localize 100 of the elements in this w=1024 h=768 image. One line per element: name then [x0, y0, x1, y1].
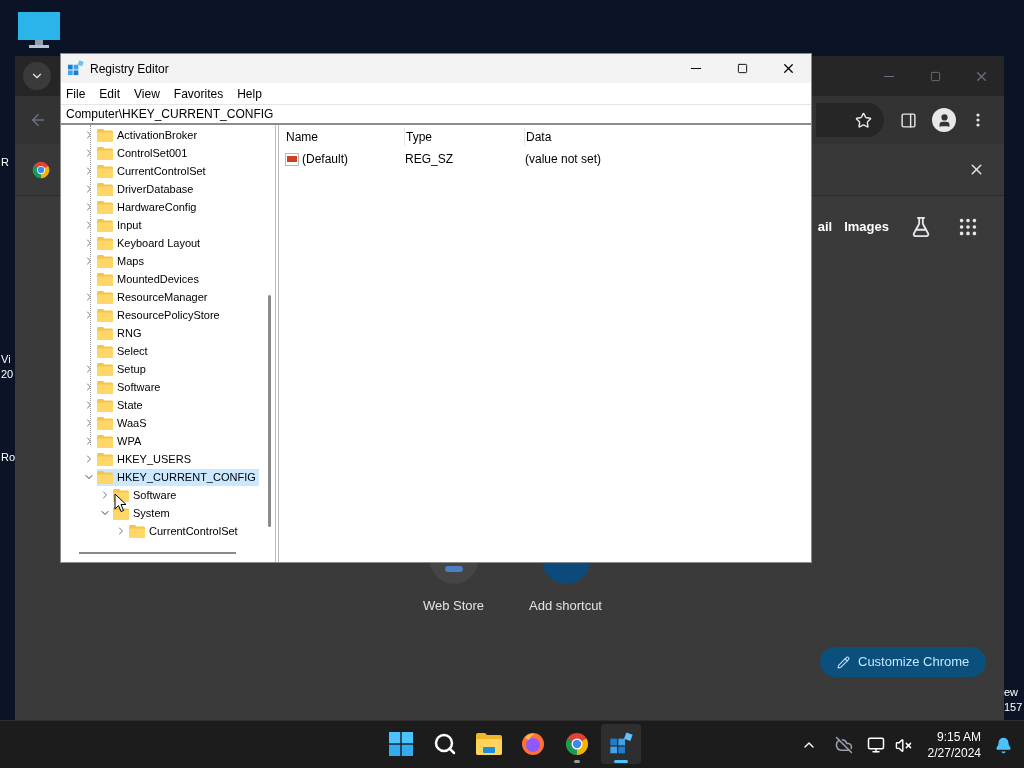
tree-item[interactable]: Maps — [97, 252, 147, 270]
column-header[interactable]: Type — [405, 128, 525, 146]
folder-icon — [97, 182, 113, 196]
profile-button[interactable] — [932, 108, 956, 132]
tree-item[interactable]: CurrentControlSet — [129, 522, 241, 540]
tree-item-label: HardwareConfig — [117, 199, 197, 215]
tree-item-label: HKEY_USERS — [117, 451, 191, 467]
desktop-icon-label: ew — [1004, 685, 1020, 700]
tree-item[interactable]: State — [97, 396, 146, 414]
tree-item-label: Select — [117, 343, 148, 359]
desktop-icon-label: Vi — [1, 352, 12, 367]
mouse-cursor-icon — [114, 493, 127, 513]
folder-icon — [97, 200, 113, 214]
header-link[interactable]: ail — [817, 217, 833, 237]
column-header[interactable]: Data — [525, 128, 725, 146]
firefox-icon — [521, 732, 545, 756]
apps-grid-icon — [957, 216, 979, 238]
desktop-icon-label: Ro — [1, 450, 16, 465]
folder-icon — [97, 326, 113, 340]
bookmark-star-icon[interactable] — [855, 111, 872, 129]
folder-icon — [97, 254, 113, 268]
shortcut-label[interactable]: Add shortcut — [529, 596, 602, 616]
registry-icon — [609, 732, 633, 756]
folder-icon — [97, 236, 113, 250]
taskbar-app[interactable] — [601, 724, 641, 764]
tree-item-label: HKEY_CURRENT_CONFIG — [117, 469, 256, 485]
network-icon[interactable] — [866, 736, 885, 754]
address-bar[interactable] — [816, 103, 884, 137]
tree-item[interactable]: WaaS — [97, 414, 150, 432]
person-icon — [936, 112, 952, 128]
tree-item-label: DriverDatabase — [117, 181, 194, 197]
tree-item-label: Maps — [117, 253, 144, 269]
tree-item-label: State — [117, 397, 143, 413]
folder-icon — [97, 380, 113, 394]
tree-item-label: WPA — [117, 433, 142, 449]
column-header[interactable]: Name — [285, 128, 405, 146]
monitor-icon[interactable] — [17, 11, 61, 49]
tree-item[interactable]: RNG — [97, 324, 145, 342]
tree-item-label: Setup — [117, 361, 146, 377]
tree-item[interactable]: Input — [97, 216, 145, 234]
volume-muted-icon[interactable] — [894, 736, 912, 754]
tree-item-label: Keyboard Layout — [117, 235, 201, 251]
tree-item[interactable]: Keyboard Layout — [97, 234, 204, 252]
folder-icon — [476, 733, 502, 755]
tree-item-label: CurrentControlSet — [117, 163, 206, 179]
tree-item[interactable]: ControlSet001 — [97, 144, 191, 162]
tree-item[interactable]: DriverDatabase — [97, 180, 197, 198]
tree-item-label: RNG — [117, 325, 142, 341]
maximize-icon — [929, 70, 941, 82]
clock[interactable]: 9:15 AM 2/27/2024 — [927, 729, 981, 761]
tree-item[interactable]: ResourceManager — [97, 288, 211, 306]
value-data: (value not set) — [525, 151, 602, 168]
tree-item[interactable]: ActivationBroker — [97, 126, 201, 144]
tree-item-label: WaaS — [117, 415, 147, 431]
string-value-icon — [285, 152, 299, 166]
menu-icon — [976, 113, 980, 127]
tree-item[interactable]: HKEY_CURRENT_CONFIG — [97, 468, 259, 486]
folder-icon — [97, 398, 113, 412]
tree-item[interactable]: Software — [97, 378, 164, 396]
minimize-icon — [691, 68, 701, 69]
horizontal-scrollbar[interactable] — [79, 552, 236, 554]
chrome-icon — [32, 160, 50, 179]
folder-icon — [97, 290, 113, 304]
menu-item[interactable]: File — [66, 84, 86, 103]
windows-logo-icon — [389, 732, 413, 756]
customize-button[interactable]: Customize Chrome — [820, 647, 987, 677]
tree-item-label: ActivationBroker — [117, 127, 198, 143]
tree-item-label: MountedDevices — [117, 271, 199, 287]
tree-item-label: ResourcePolicyStore — [117, 307, 220, 323]
header-link[interactable]: Images — [844, 217, 889, 237]
menu-item[interactable]: Edit — [99, 84, 121, 103]
folder-icon — [97, 362, 113, 376]
window-title: Registry Editor — [90, 60, 169, 78]
tree-item[interactable]: HKEY_USERS — [97, 450, 194, 468]
tree-item-label: CurrentControlSet — [149, 523, 238, 539]
menu-item[interactable]: Help — [237, 84, 262, 103]
scrollbar-thumb[interactable] — [267, 295, 271, 527]
shortcut-label[interactable]: Web Store — [422, 596, 485, 616]
tab-search-button[interactable] — [23, 62, 51, 90]
desktop-icon-label: R — [1, 155, 9, 170]
desktop-icon-label: 157 — [1004, 700, 1023, 715]
tree-item[interactable]: Select — [97, 342, 151, 360]
tree-item[interactable]: HardwareConfig — [97, 198, 200, 216]
tree-item-label: System — [133, 505, 170, 521]
tree-item[interactable]: Setup — [97, 360, 149, 378]
cloud-off-icon[interactable] — [834, 736, 853, 754]
tree-item[interactable]: WPA — [97, 432, 145, 450]
menu-item[interactable]: Favorites — [173, 84, 224, 103]
folder-icon — [129, 524, 145, 538]
pencil-icon — [837, 655, 850, 669]
side-panel-icon — [899, 111, 917, 129]
search-icon — [433, 732, 457, 756]
tree-item-label: ResourceManager — [117, 289, 208, 305]
tree-item[interactable]: ResourcePolicyStore — [97, 306, 223, 324]
menu-item[interactable]: View — [134, 84, 160, 103]
tree-item[interactable]: CurrentControlSet — [97, 162, 209, 180]
address-field[interactable]: Computer\HKEY_CURRENT_CONFIG — [61, 104, 811, 125]
tree-item[interactable]: MountedDevices — [97, 270, 202, 288]
notification-bell-icon[interactable] — [995, 736, 1012, 754]
folder-icon — [97, 146, 113, 160]
